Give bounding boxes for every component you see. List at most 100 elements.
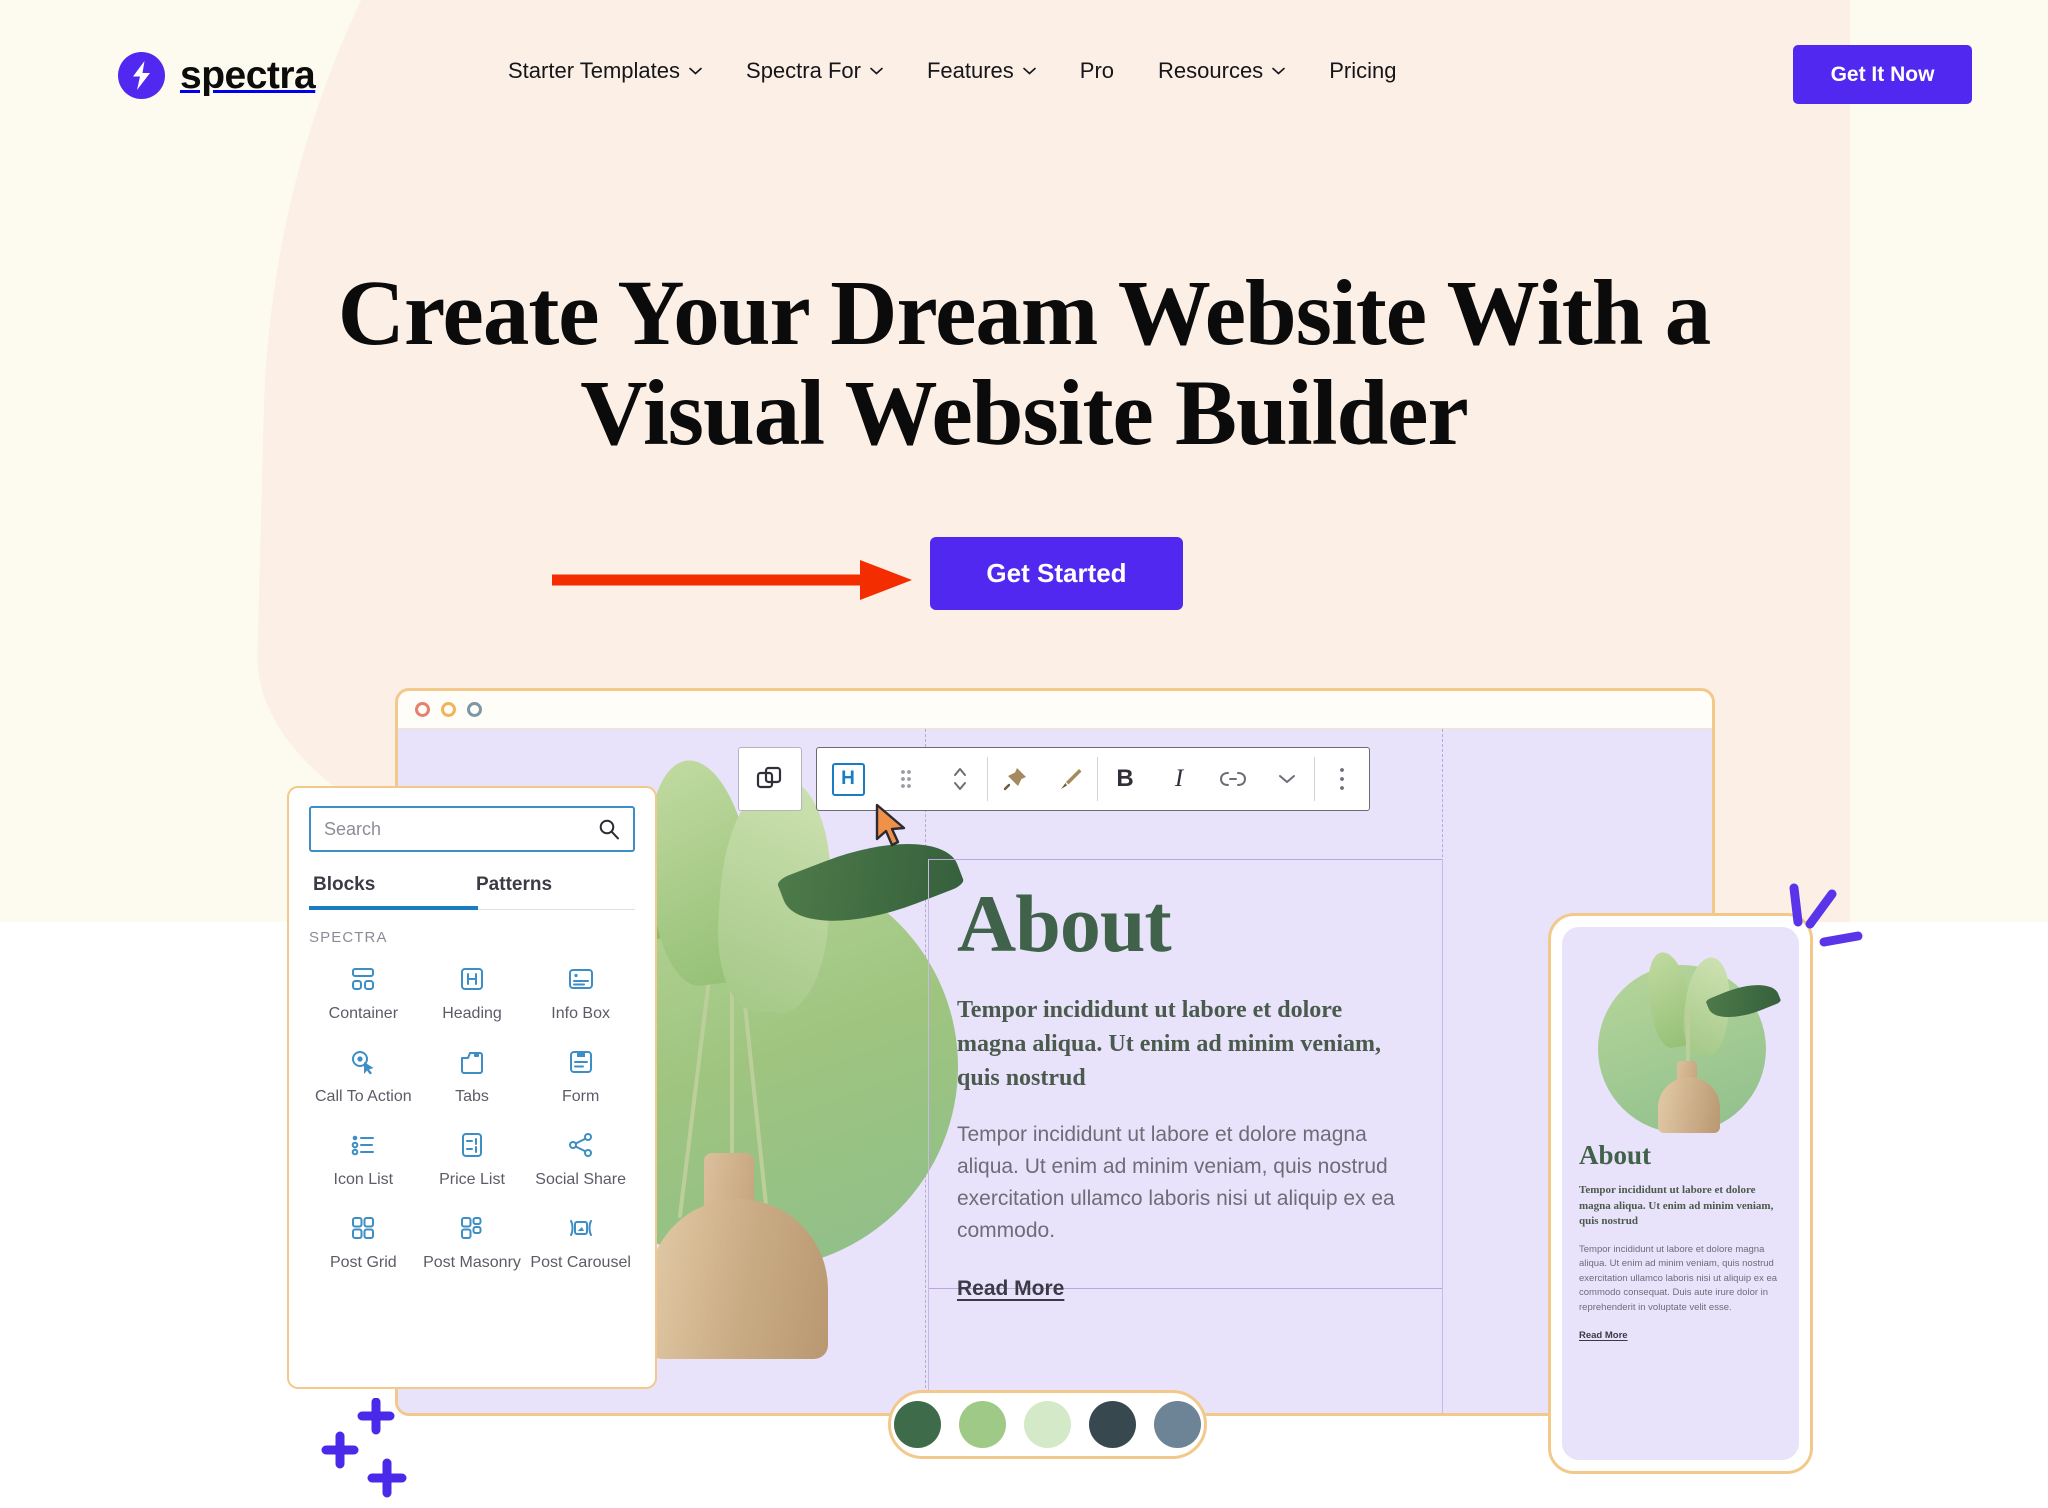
chevron-up-down-icon [954, 768, 966, 790]
search-input[interactable] [324, 818, 598, 840]
logo[interactable]: spectra [118, 52, 316, 99]
social-share-icon [568, 1133, 592, 1157]
phone-about-body: Tempor incididunt ut labore et dolore ma… [1579, 1243, 1778, 1313]
pin-icon [1003, 768, 1026, 791]
block-toolbar: H B I [816, 747, 1370, 811]
options-menu-button[interactable] [1315, 748, 1369, 810]
italic-button[interactable]: I [1152, 748, 1206, 810]
chevron-down-icon [1272, 67, 1285, 75]
about-heading: About [957, 878, 1172, 969]
brush-tool-button[interactable] [1043, 748, 1097, 810]
more-formatting-button[interactable] [1260, 748, 1314, 810]
section-label-spectra: SPECTRA [309, 929, 388, 946]
block-item-call-to-action[interactable]: Call To Action [309, 1047, 418, 1106]
block-item-post-carousel[interactable]: Post Carousel [526, 1213, 635, 1272]
block-item-post-masonry[interactable]: Post Masonry [418, 1213, 527, 1272]
nav-item-features[interactable]: Features [927, 58, 1036, 84]
hero-title-line2: Visual Website Builder [580, 361, 1468, 465]
color-swatch[interactable] [1089, 1401, 1136, 1448]
about-subheading: Tempor incididunt ut labore et dolore ma… [957, 997, 1382, 1092]
block-label: Container [328, 1005, 399, 1022]
nav-label: Resources [1158, 58, 1264, 83]
block-label: Tabs [455, 1088, 489, 1105]
heading-icon [460, 968, 483, 990]
phone-preview-mockup: About Tempor incididunt ut labore et dol… [1548, 913, 1813, 1474]
hero-title-line1: Create Your Dream Website With a [337, 262, 1711, 365]
block-item-info-box[interactable]: Info Box [526, 964, 635, 1023]
call-to-action-icon [352, 1051, 374, 1075]
get-started-button[interactable]: Get Started [930, 537, 1183, 610]
search-icon [599, 819, 619, 840]
link-icon [1219, 772, 1247, 786]
chevron-down-icon [870, 67, 883, 75]
link-button[interactable] [1206, 748, 1260, 810]
block-item-price-list[interactable]: Price List [418, 1130, 527, 1189]
block-label: Price List [439, 1171, 505, 1188]
color-swatch[interactable] [1024, 1401, 1071, 1448]
about-read-more-link[interactable]: Read More [957, 1277, 1064, 1301]
phone-screen: About Tempor incididunt ut labore et dol… [1562, 927, 1799, 1460]
color-palette-swatches [888, 1390, 1207, 1459]
icon-list-icon [352, 1135, 375, 1156]
color-swatch[interactable] [959, 1401, 1006, 1448]
block-label: Call To Action [315, 1088, 412, 1105]
page-title: Create Your Dream Website With a Visual … [0, 264, 2048, 463]
nav-item-resources[interactable]: Resources [1158, 58, 1285, 84]
color-swatch[interactable] [1154, 1401, 1201, 1448]
phone-read-more-link[interactable]: Read More [1579, 1330, 1628, 1341]
block-item-tabs[interactable]: Tabs [418, 1047, 527, 1106]
color-swatch[interactable] [894, 1401, 941, 1448]
block-item-icon-list[interactable]: Icon List [309, 1130, 418, 1189]
block-label: Icon List [333, 1171, 394, 1188]
block-item-container[interactable]: Container [309, 964, 418, 1023]
about-content-block[interactable]: About Tempor incididunt ut labore et dol… [928, 859, 1443, 1413]
form-icon [569, 1051, 592, 1073]
phone-about-content: About Tempor incididunt ut labore et dol… [1579, 1142, 1782, 1343]
brush-icon [1061, 769, 1082, 789]
duplicate-icon [756, 766, 782, 789]
nav-label: Pricing [1329, 58, 1397, 83]
block-inserter-panel: Blocks Patterns SPECTRA Container Headin… [287, 786, 657, 1389]
post-grid-icon [352, 1217, 375, 1239]
nav-item-spectra-for[interactable]: Spectra For [746, 58, 883, 84]
block-label: Post Masonry [423, 1254, 521, 1271]
window-maximize-dot[interactable] [467, 702, 482, 717]
bold-label: B [1116, 765, 1134, 792]
block-item-form[interactable]: Form [526, 1047, 635, 1106]
inserter-tabs: Blocks Patterns [309, 868, 635, 910]
post-masonry-icon [460, 1217, 482, 1239]
block-label: Post Grid [329, 1254, 397, 1271]
search-field[interactable] [309, 806, 635, 852]
red-arrow-annotation [552, 560, 912, 600]
block-grid: Container Heading Info Box Call To Actio… [309, 964, 635, 1272]
pin-tool-button[interactable] [988, 748, 1042, 810]
window-close-dot[interactable] [415, 702, 430, 717]
block-item-heading[interactable]: Heading [418, 964, 527, 1023]
nav-label: Starter Templates [508, 58, 681, 83]
window-minimize-dot[interactable] [441, 702, 456, 717]
vertical-ellipsis-icon [1340, 768, 1344, 790]
chevron-down-icon [689, 67, 702, 75]
duplicate-block-button[interactable] [738, 747, 802, 811]
toolbar-group-block: H [817, 748, 987, 810]
italic-label: I [1174, 765, 1184, 792]
block-item-social-share[interactable]: Social Share [526, 1130, 635, 1189]
bold-button[interactable]: B [1098, 748, 1152, 810]
get-it-now-button[interactable]: Get It Now [1793, 45, 1972, 104]
nav-item-pro[interactable]: Pro [1080, 58, 1114, 84]
info-box-icon [568, 969, 593, 989]
mouse-cursor-icon [875, 803, 906, 847]
drag-handle-icon [901, 770, 911, 788]
block-label: Post Carousel [530, 1254, 631, 1271]
move-block-button[interactable] [933, 748, 987, 810]
drag-handle-button[interactable] [879, 748, 933, 810]
block-item-post-grid[interactable]: Post Grid [309, 1213, 418, 1272]
tab-blocks[interactable]: Blocks [309, 868, 472, 909]
heading-block-type-button[interactable]: H [817, 748, 879, 810]
tab-patterns[interactable]: Patterns [472, 868, 635, 909]
toolbar-group-options [1315, 748, 1369, 810]
phone-vase [1658, 1077, 1720, 1133]
chevron-down-icon [1279, 775, 1295, 783]
nav-item-pricing[interactable]: Pricing [1329, 58, 1396, 84]
nav-item-starter-templates[interactable]: Starter Templates [508, 58, 702, 84]
